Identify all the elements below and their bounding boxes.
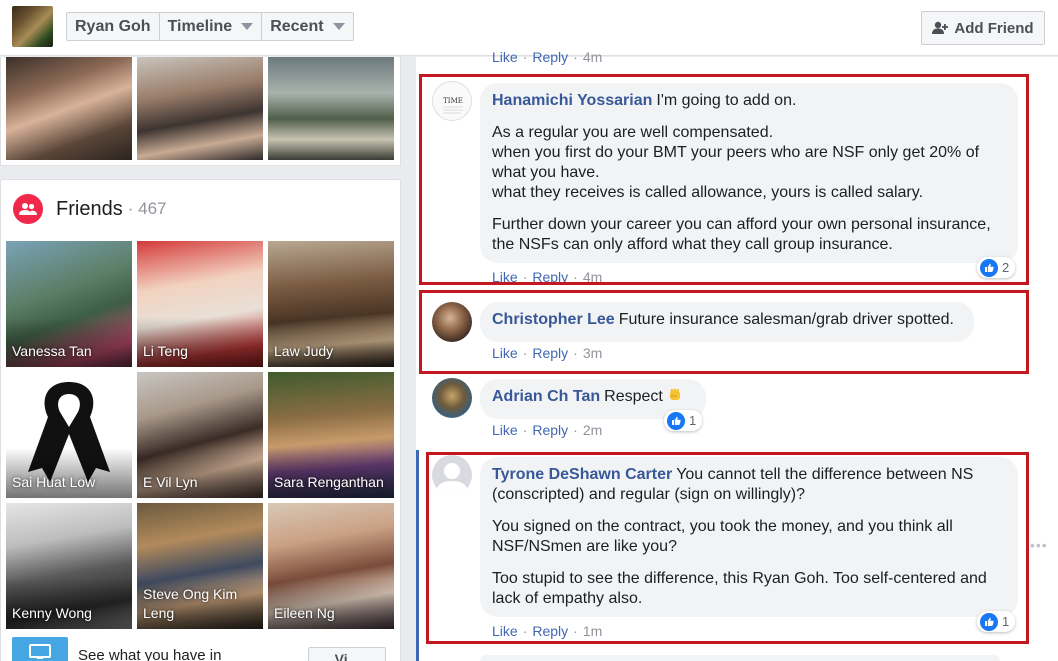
- friend-name: Steve Ong Kim Leng: [143, 586, 238, 621]
- view-button[interactable]: Vi...: [308, 647, 386, 661]
- friend-name: Sara Renganthan: [274, 474, 384, 490]
- friend-name: Vanessa Tan: [12, 343, 92, 359]
- reply-link[interactable]: Reply: [532, 49, 568, 65]
- comment-time[interactable]: 2m: [583, 422, 602, 438]
- like-icon: [667, 411, 685, 430]
- comment-time[interactable]: 4m: [583, 49, 602, 65]
- friend-tile[interactable]: Law Judy: [268, 241, 394, 367]
- reaction-number: 1: [689, 413, 697, 428]
- profile-nav: Ryan Goh Timeline Recent: [66, 12, 354, 41]
- friend-tile[interactable]: Kenny Wong: [6, 503, 132, 629]
- see-what-you-have-row: See what you have in Vi...: [12, 637, 386, 661]
- left-column: Friends · 467 Vanessa Tan Li Teng Law Ju…: [0, 57, 401, 661]
- see-what-you-have-text: See what you have in: [78, 647, 222, 661]
- like-link[interactable]: Like: [492, 49, 518, 65]
- add-friend-label: Add Friend: [954, 19, 1034, 37]
- previous-comment-meta: Like · Reply · 4m: [492, 49, 603, 65]
- friend-tile[interactable]: Li Teng: [137, 241, 263, 367]
- chevron-down-icon: [241, 23, 254, 30]
- photo-2[interactable]: [137, 57, 263, 160]
- comment-meta: Like · Reply · 2m: [492, 422, 603, 438]
- friend-tile[interactable]: Steve Ong Kim Leng: [137, 503, 263, 629]
- reply-link[interactable]: Reply: [532, 422, 568, 438]
- profile-topbar: Ryan Goh Timeline Recent Add Friend: [0, 0, 1058, 56]
- friends-header[interactable]: Friends · 467: [13, 194, 166, 224]
- recent-dropdown[interactable]: Recent: [262, 13, 352, 40]
- friends-title: Friends: [56, 197, 123, 220]
- photo-3[interactable]: [268, 57, 394, 160]
- highlight-box: [419, 290, 1029, 374]
- next-comment-partial: [480, 655, 1000, 661]
- timeline-dropdown[interactable]: Timeline: [160, 13, 263, 40]
- timeline-label: Timeline: [167, 17, 233, 35]
- highlight-box: [426, 452, 1029, 644]
- friend-tile[interactable]: E Vil Lyn: [137, 372, 263, 498]
- photo-1[interactable]: [6, 57, 132, 160]
- comment-text: Respect: [604, 388, 663, 405]
- friend-name: Law Judy: [274, 343, 334, 359]
- add-friend-icon: [932, 21, 949, 35]
- friend-name: Sai Huat Low: [12, 474, 96, 490]
- profile-name: Ryan Goh: [75, 17, 151, 35]
- like-link[interactable]: Like: [492, 422, 518, 438]
- friend-name: E Vil Lyn: [143, 474, 198, 490]
- raised-fist-emoji-icon: [667, 387, 683, 403]
- friend-tile[interactable]: Eileen Ng: [268, 503, 394, 629]
- monitor-icon: [12, 637, 68, 661]
- friend-tile[interactable]: Sara Renganthan: [268, 372, 394, 498]
- friends-count: · 467: [128, 199, 167, 219]
- friends-count-number: 467: [138, 199, 167, 218]
- add-friend-button[interactable]: Add Friend: [921, 11, 1045, 45]
- friend-tile[interactable]: Sai Huat Low: [6, 372, 132, 498]
- comment-author[interactable]: Adrian Ch Tan: [492, 388, 600, 405]
- recent-label: Recent: [270, 17, 324, 35]
- friends-card: Friends · 467 Vanessa Tan Li Teng Law Ju…: [0, 179, 401, 661]
- more-options-icon[interactable]: •••: [1030, 537, 1048, 553]
- friends-icon: [13, 194, 43, 224]
- friend-name: Eileen Ng: [274, 605, 335, 621]
- friend-tile[interactable]: Vanessa Tan: [6, 241, 132, 367]
- profile-name-link[interactable]: Ryan Goh: [67, 13, 160, 40]
- thread-indicator: [416, 450, 419, 661]
- friends-count-separator: ·: [127, 199, 134, 218]
- friend-name: Kenny Wong: [12, 605, 92, 621]
- reaction-count[interactable]: 1: [664, 410, 703, 431]
- photos-card: [0, 57, 401, 166]
- avatar[interactable]: [432, 378, 472, 418]
- profile-picture-thumbnail[interactable]: [12, 6, 53, 47]
- chevron-down-icon: [332, 23, 345, 30]
- friend-name: Li Teng: [143, 343, 188, 359]
- highlight-box: [419, 74, 1029, 285]
